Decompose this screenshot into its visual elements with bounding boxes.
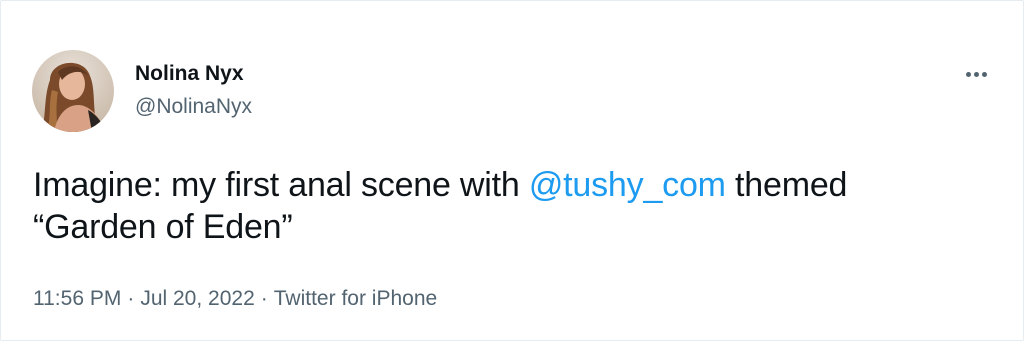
separator: · <box>260 287 268 310</box>
tweet-timestamp-date[interactable]: Jul 20, 2022 <box>140 287 254 310</box>
tweet-source[interactable]: Twitter for iPhone <box>274 287 437 310</box>
mention-link[interactable]: @tushy_com <box>529 166 726 204</box>
more-options-icon <box>981 71 987 77</box>
avatar[interactable] <box>32 50 114 132</box>
tweet-text-part: “Garden of Eden” <box>33 208 293 246</box>
author-handle[interactable]: @NolinaNyx <box>135 95 252 119</box>
profile-photo-icon <box>32 50 114 132</box>
more-options-icon <box>965 71 971 77</box>
tweet-text-part: themed <box>725 166 848 204</box>
separator: · <box>127 287 135 310</box>
tweet-text-part: Imagine: my first anal scene with <box>33 166 529 204</box>
tweet-card: Nolina Nyx @NolinaNyx Imagine: my first … <box>0 0 1024 341</box>
tweet-metadata: 11:56 PM · Jul 20, 2022 · Twitter for iPhone <box>33 287 437 311</box>
author-display-name[interactable]: Nolina Nyx <box>135 62 244 86</box>
tweet-timestamp-time[interactable]: 11:56 PM <box>33 287 121 310</box>
more-options-icon <box>973 71 979 77</box>
tweet-text: Imagine: my first anal scene with @tushy… <box>33 164 993 248</box>
more-options-button[interactable] <box>957 61 995 87</box>
